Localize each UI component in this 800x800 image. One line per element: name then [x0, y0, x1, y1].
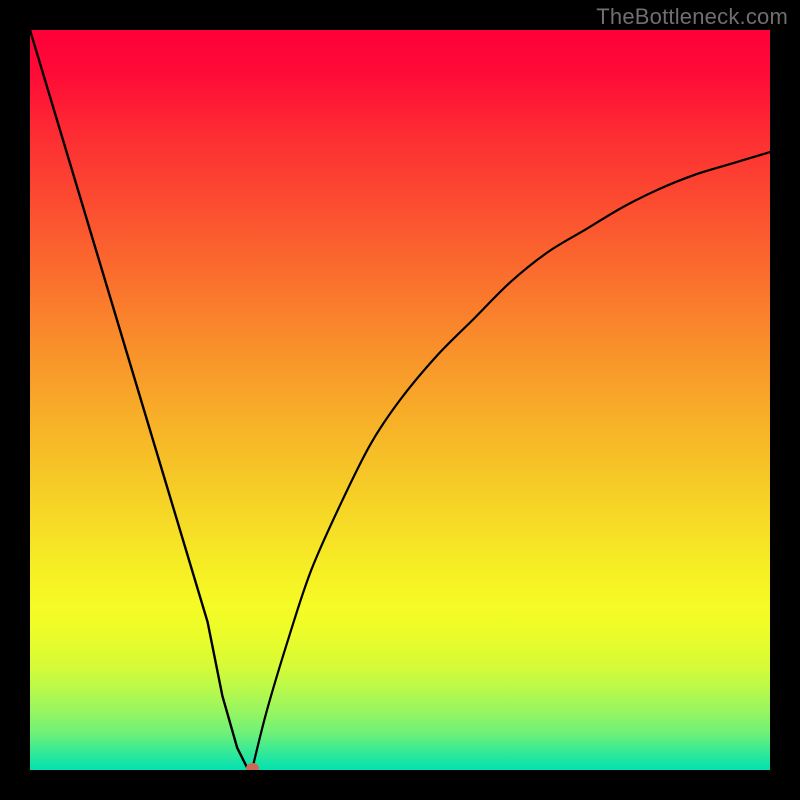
- bottleneck-curve: [30, 30, 770, 770]
- watermark-text: TheBottleneck.com: [596, 4, 788, 30]
- plot-area: [30, 30, 770, 770]
- chart-frame: TheBottleneck.com: [0, 0, 800, 800]
- minimum-marker-icon: [246, 763, 259, 770]
